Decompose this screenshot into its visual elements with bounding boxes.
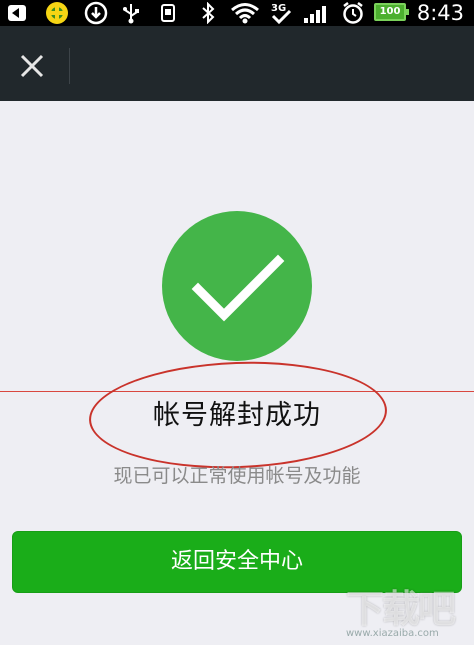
clock-time: 8:43 [416, 1, 464, 25]
success-icon [162, 211, 312, 361]
checkmark-icon [191, 254, 285, 322]
debug-icon [156, 2, 180, 24]
annotation-ellipse [87, 356, 389, 474]
app-icon [44, 2, 70, 24]
back-arrow-icon [6, 2, 28, 24]
watermark-url: www.xiazaiba.com [346, 628, 439, 639]
status-bar: 3G 100 8:43 [0, 0, 474, 26]
close-button[interactable] [14, 48, 50, 84]
usb-icon [119, 2, 143, 24]
alarm-icon [340, 2, 366, 24]
close-icon [20, 54, 44, 78]
signal-icon [302, 2, 332, 24]
watermark: 下载吧 www.xiazaiba.com [334, 578, 474, 645]
nav-divider [69, 48, 70, 84]
page-subtitle: 现已可以正常使用帐号及功能 [113, 465, 361, 487]
wifi-icon [229, 2, 261, 24]
network-3g-icon: 3G [268, 2, 294, 25]
download-icon [83, 1, 109, 25]
svg-text:3G: 3G [271, 3, 286, 14]
bluetooth-icon [198, 2, 218, 24]
battery-icon: 100 [374, 3, 409, 21]
title-bar [0, 26, 474, 101]
watermark-logo: 下载吧 [346, 587, 456, 631]
